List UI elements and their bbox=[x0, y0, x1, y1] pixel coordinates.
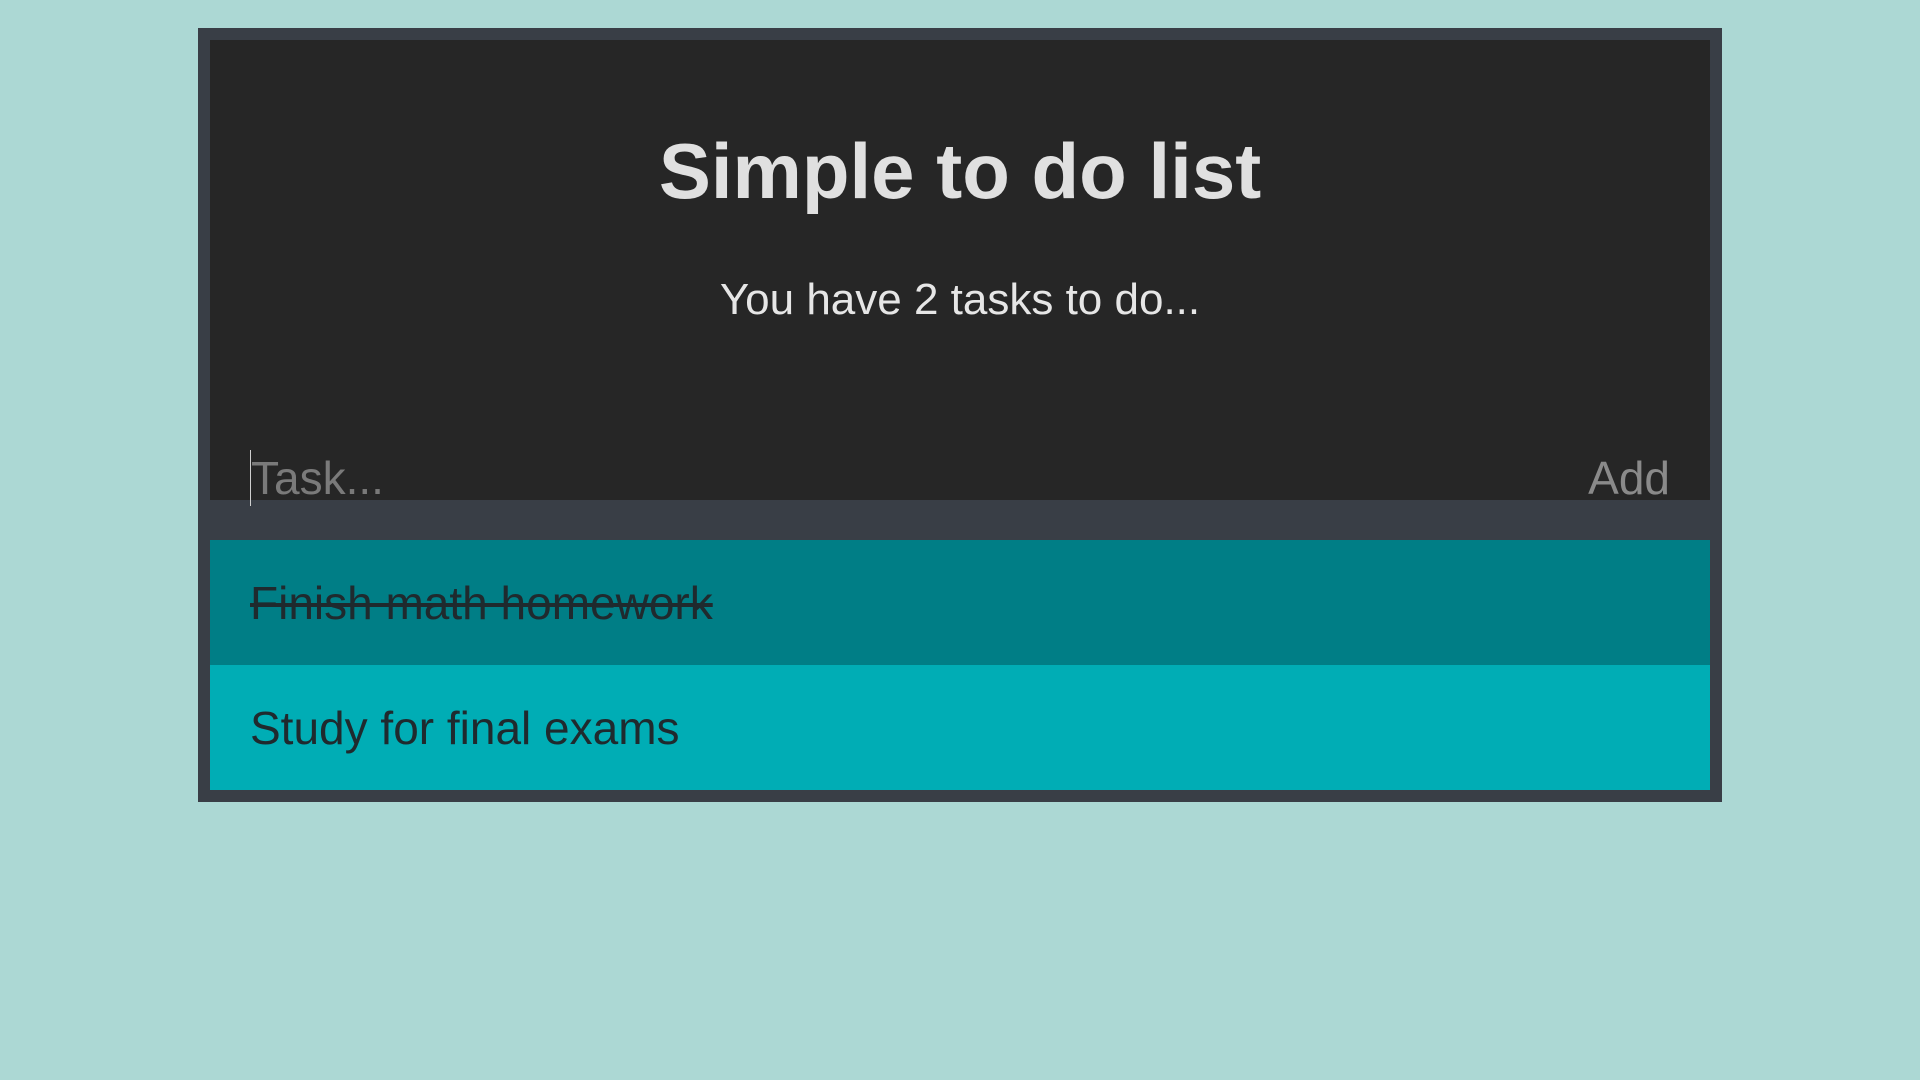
header: Simple to do list You have 2 tasks to do… bbox=[210, 40, 1710, 506]
page-title: Simple to do list bbox=[658, 127, 1262, 215]
task-list: Finish math homework Study for final exa… bbox=[210, 540, 1710, 790]
todo-app: Simple to do list You have 2 tasks to do… bbox=[198, 28, 1722, 802]
task-form: Add bbox=[250, 448, 1670, 508]
task-item-finish-math-homework[interactable]: Finish math homework bbox=[210, 540, 1710, 665]
add-button[interactable]: Add bbox=[1588, 451, 1670, 505]
task-input[interactable] bbox=[250, 450, 1589, 506]
task-item-study-for-final-exams[interactable]: Study for final exams bbox=[210, 665, 1710, 790]
task-count: You have 2 tasks to do... bbox=[719, 275, 1201, 324]
